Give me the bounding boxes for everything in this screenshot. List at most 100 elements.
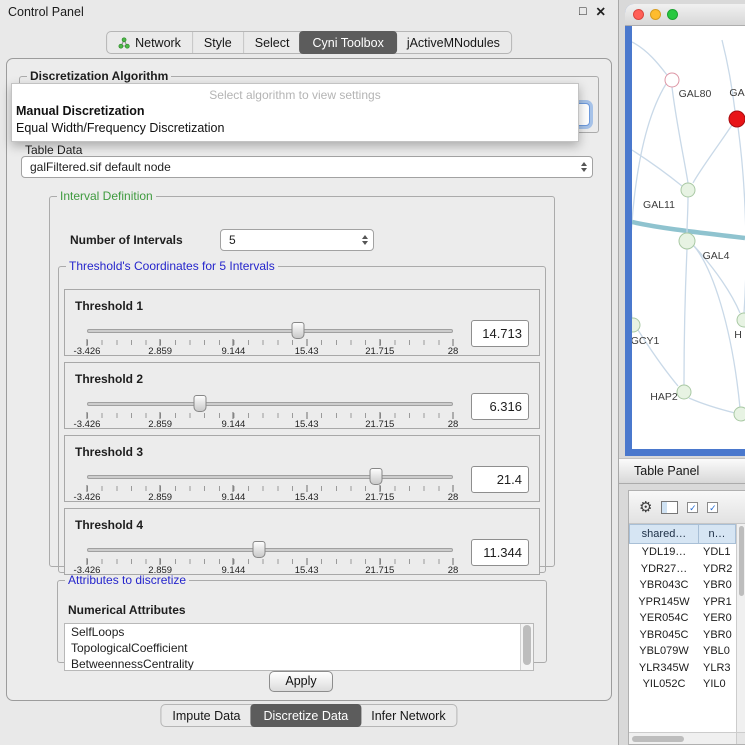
- table-row[interactable]: YBR043CYBR0: [629, 577, 736, 594]
- network-edge[interactable]: [722, 40, 735, 111]
- list-item[interactable]: SelfLoops: [65, 624, 533, 640]
- network-edge[interactable]: [693, 125, 732, 183]
- threshold-value-field[interactable]: 11.344: [471, 539, 529, 566]
- network-canvas[interactable]: GAL80GAGAL11GAL4GCY1HAP2H: [632, 26, 745, 449]
- scrollbar-thumb[interactable]: [523, 625, 531, 665]
- network-node[interactable]: [734, 407, 745, 421]
- control-panel-body: Discretization Algorithm Select algorith…: [6, 58, 612, 701]
- close-traffic-icon[interactable]: [633, 9, 644, 20]
- table-rows: YDL19…YDL1YDR27…YDR2YBR043CYBR0YPR145WYP…: [629, 544, 736, 732]
- scrollbar-thumb[interactable]: [739, 526, 744, 596]
- slider-thumb[interactable]: [292, 322, 305, 339]
- threshold-slider[interactable]: -3.4262.8599.14415.4321.71528: [87, 466, 453, 500]
- network-node[interactable]: [632, 318, 640, 332]
- slider-thumb[interactable]: [370, 468, 383, 485]
- checkbox-icon[interactable]: ✓: [687, 502, 698, 513]
- number-of-intervals-combobox[interactable]: 5: [220, 229, 374, 251]
- tick-label: 21.715: [365, 346, 394, 357]
- list-scrollbar[interactable]: [520, 624, 533, 670]
- table-toolbar: ⚙ ✓ ✓: [629, 491, 745, 524]
- control-panel-title: Control Panel: [8, 5, 84, 19]
- table-cell: YIL0: [699, 678, 736, 690]
- slider-track: [87, 329, 453, 333]
- threshold-value-field[interactable]: 6.316: [471, 393, 529, 420]
- attributes-group: Attributes to discretize Numerical Attri…: [57, 573, 547, 663]
- network-edge[interactable]: [689, 398, 735, 413]
- horizontal-scrollbar[interactable]: [629, 732, 736, 744]
- tab-label: Select: [255, 36, 290, 50]
- dropdown-option-equal-width-frequency-discretization[interactable]: Equal Width/Frequency Discretization: [12, 120, 578, 137]
- table-row[interactable]: YBR045CYBR0: [629, 627, 736, 644]
- column-header-shared[interactable]: shared…: [629, 524, 699, 544]
- list-item[interactable]: BetweennessCentrality: [65, 656, 533, 671]
- table-row[interactable]: YER054CYER0: [629, 610, 736, 627]
- network-edge[interactable]: [693, 245, 740, 408]
- tab-style[interactable]: Style: [192, 32, 243, 53]
- network-edge[interactable]: [672, 87, 688, 183]
- threshold-panel: Threshold 1-3.4262.8599.14415.4321.71528…: [64, 289, 540, 356]
- tab-label: Discretize Data: [264, 709, 349, 723]
- table-data-combobox[interactable]: galFiltered.sif default node: [21, 156, 593, 178]
- network-window-titlebar[interactable]: [625, 4, 745, 26]
- tick-label: 15.43: [295, 419, 319, 430]
- minimize-traffic-icon[interactable]: [650, 9, 661, 20]
- tab-impute-data[interactable]: Impute Data: [161, 705, 251, 726]
- network-node[interactable]: [679, 233, 695, 249]
- threshold-label: Threshold 2: [75, 372, 143, 386]
- threshold-slider[interactable]: -3.4262.8599.14415.4321.71528: [87, 539, 453, 573]
- table-row[interactable]: YDL19…YDL1: [629, 544, 736, 561]
- network-node[interactable]: [665, 73, 679, 87]
- table-row[interactable]: YDR27…YDR2: [629, 561, 736, 578]
- interval-definition-title: Interval Definition: [57, 189, 156, 203]
- tab-discretize-data[interactable]: Discretize Data: [251, 704, 362, 727]
- threshold-panel: Threshold 3-3.4262.8599.14415.4321.71528…: [64, 435, 540, 502]
- columns-icon[interactable]: [661, 501, 678, 514]
- vertical-scrollbar[interactable]: [736, 524, 745, 732]
- column-header-n[interactable]: n…: [699, 524, 736, 544]
- network-edge[interactable]: [687, 197, 688, 233]
- zoom-traffic-icon[interactable]: [667, 9, 678, 20]
- table-row[interactable]: YLR345WYLR3: [629, 660, 736, 677]
- slider-track: [87, 402, 453, 406]
- tab-infer-network[interactable]: Infer Network: [360, 705, 456, 726]
- gear-icon[interactable]: ⚙: [639, 500, 652, 515]
- dropdown-options: Manual DiscretizationEqual Width/Frequen…: [12, 103, 578, 137]
- tab-jactivemnodules[interactable]: jActiveMNodules: [396, 32, 511, 53]
- table-row[interactable]: YIL052CYIL0: [629, 676, 736, 693]
- tab-network[interactable]: Network: [107, 32, 192, 53]
- tick-label: 9.144: [222, 419, 246, 430]
- scrollbar-thumb[interactable]: [632, 736, 684, 742]
- algorithm-dropdown: Select algorithm to view settings Manual…: [11, 83, 579, 142]
- network-edge[interactable]: [738, 127, 745, 313]
- checkbox-icon[interactable]: ✓: [707, 502, 718, 513]
- tab-cyni-toolbox[interactable]: Cyni Toolbox: [299, 31, 396, 54]
- threshold-slider[interactable]: -3.4262.8599.14415.4321.71528: [87, 320, 453, 354]
- slider-thumb[interactable]: [253, 541, 266, 558]
- list-item[interactable]: TopologicalCoefficient: [65, 640, 533, 656]
- tab-select[interactable]: Select: [243, 32, 301, 53]
- network-node[interactable]: [677, 385, 691, 399]
- slider-minor-ticks: [87, 559, 453, 564]
- threshold-label: Threshold 4: [75, 518, 143, 532]
- network-edge[interactable]: [632, 42, 667, 75]
- table-data-value: galFiltered.sif default node: [30, 160, 171, 174]
- table-panel-bar: Table Panel: [619, 458, 745, 484]
- close-icon[interactable]: ✕: [596, 4, 606, 19]
- apply-button[interactable]: Apply: [269, 671, 333, 692]
- dropdown-option-manual-discretization[interactable]: Manual Discretization: [12, 103, 578, 120]
- network-node[interactable]: [737, 313, 745, 327]
- network-edge[interactable]: [684, 249, 687, 385]
- threshold-value-field[interactable]: 21.4: [471, 466, 529, 493]
- float-window-icon[interactable]: □: [579, 4, 587, 19]
- slider-thumb[interactable]: [194, 395, 207, 412]
- table-row[interactable]: YPR145WYPR1: [629, 594, 736, 611]
- network-node[interactable]: [681, 183, 695, 197]
- network-node[interactable]: [729, 111, 745, 127]
- tick-mark: [160, 339, 161, 346]
- network-node-label: GAL4: [703, 250, 730, 262]
- network-edge[interactable]: [632, 150, 682, 186]
- table-row[interactable]: YBL079WYBL0: [629, 643, 736, 660]
- threshold-slider[interactable]: -3.4262.8599.14415.4321.71528: [87, 393, 453, 427]
- threshold-value-field[interactable]: 14.713: [471, 320, 529, 347]
- tick-label: 15.43: [295, 492, 319, 503]
